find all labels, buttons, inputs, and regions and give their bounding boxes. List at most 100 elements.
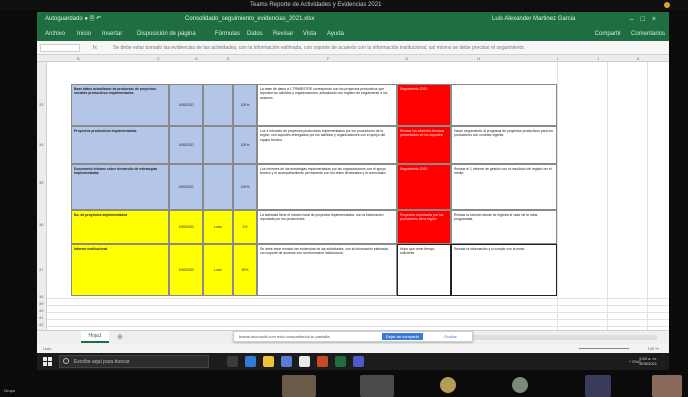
column-header[interactable]: G	[405, 55, 408, 62]
column-header[interactable]: F	[327, 55, 329, 62]
search-icon	[63, 358, 69, 364]
date-cell[interactable]: 1/06/2020	[169, 210, 203, 244]
stop-sharing-button[interactable]: Dejar de compartir	[382, 333, 423, 340]
observation-cell[interactable]: Revisar la información y si cumple con l…	[451, 244, 557, 296]
row-number[interactable]: 39	[39, 301, 43, 306]
unit-cell[interactable]	[203, 126, 233, 164]
hide-notice-button[interactable]: Ocultar	[444, 333, 457, 340]
percent-cell[interactable]: 1%	[233, 210, 257, 244]
participant-avatar[interactable]	[440, 377, 456, 393]
unit-cell[interactable]	[203, 164, 233, 210]
activity-cell[interactable]: Documento informe sobre desarrollo de es…	[71, 164, 169, 210]
status-cell[interactable]: Revisar los informes técnicos presentado…	[397, 126, 451, 164]
percent-cell[interactable]: 100%	[233, 84, 257, 126]
status-cell[interactable]: Seguimiento 2020	[397, 164, 451, 210]
observation-cell[interactable]: Revisar el 1 informe de gestión con el r…	[451, 164, 557, 210]
unit-cell[interactable]: Lutro	[203, 244, 233, 296]
tab-inicio[interactable]: Inicio	[77, 27, 91, 41]
user-name[interactable]: Luis Alexander Martinez Garcia	[492, 12, 575, 27]
teams-icon[interactable]	[353, 356, 364, 367]
share-button[interactable]: Compartir	[595, 27, 621, 41]
row-number[interactable]: 41	[39, 315, 43, 320]
tab-ayuda[interactable]: Ayuda	[327, 27, 344, 41]
participant-avatar[interactable]	[512, 377, 528, 393]
status-cell[interactable]: Seguimiento 2020	[397, 84, 451, 126]
chrome-icon[interactable]	[299, 356, 310, 367]
row-number[interactable]: 38	[39, 294, 43, 299]
column-header[interactable]: K	[637, 55, 640, 62]
row-number[interactable]: 33	[39, 102, 43, 107]
tab-datos[interactable]: Datos	[247, 27, 263, 41]
column-header[interactable]: E	[227, 55, 230, 62]
comments-button[interactable]: Comentarios	[631, 27, 665, 41]
name-box[interactable]	[40, 44, 80, 52]
formula-input[interactable]: Se debe estar tomado las evidencias de l…	[113, 41, 663, 55]
row-number[interactable]: 36	[39, 222, 43, 227]
participant-video[interactable]	[585, 375, 611, 397]
tab-insertar[interactable]: Insertar	[102, 27, 122, 41]
spreadsheet-grid[interactable]: Base datos actualizado de productos de p…	[47, 62, 669, 330]
horizontal-scrollbar[interactable]	[467, 335, 657, 340]
activity-cell[interactable]: Proyectos productivos implementados	[71, 126, 169, 164]
observation-cell[interactable]: Revisar la sección donde se registra el …	[451, 210, 557, 244]
participant-video[interactable]	[360, 375, 394, 397]
tab-revisar[interactable]: Revisar	[273, 27, 293, 41]
observation-cell[interactable]: Hacer seguimiento al programa de proyect…	[451, 126, 557, 164]
autosave-toggle[interactable]: Autoguardado ● 🗎 ↶	[45, 12, 101, 27]
column-header[interactable]: J	[597, 55, 599, 62]
row-number[interactable]: 40	[39, 308, 43, 313]
zoom-slider[interactable]	[579, 348, 629, 349]
date-cell[interactable]: 1/06/2020	[169, 244, 203, 296]
row-number[interactable]: 37	[39, 267, 43, 272]
unit-cell[interactable]: Lutro	[203, 210, 233, 244]
powerpoint-icon[interactable]	[317, 356, 328, 367]
observation-cell[interactable]	[451, 84, 557, 126]
column-header[interactable]: I	[557, 55, 558, 62]
column-header[interactable]: C	[157, 55, 160, 62]
activity-cell[interactable]: Base datos actualizado de productos de p…	[71, 84, 169, 126]
description-cell[interactable]: Se debe estar tomado las evidencias de l…	[257, 244, 397, 296]
percent-cell[interactable]: 90%	[233, 244, 257, 296]
row-number[interactable]: 35	[39, 180, 43, 185]
description-cell[interactable]: Los informes de las estrategias implemen…	[257, 164, 397, 210]
add-sheet-icon[interactable]: ⊕	[117, 333, 123, 341]
row-number[interactable]: 34	[39, 142, 43, 147]
column-header[interactable]: D	[195, 55, 198, 62]
date-cell[interactable]: 1/06/2020	[169, 126, 203, 164]
description-cell[interactable]: La base de datos a 1 TRIMESTRE correspon…	[257, 84, 397, 126]
mail-icon[interactable]	[281, 356, 292, 367]
file-explorer-icon[interactable]	[263, 356, 274, 367]
percent-cell[interactable]: 100%	[233, 126, 257, 164]
windows-taskbar: Escribe aquí para buscar ^ ENG 9:53 a. m…	[37, 353, 669, 370]
task-view-icon[interactable]	[227, 356, 238, 367]
tab-archivo[interactable]: Archivo	[45, 27, 65, 41]
zoom-level[interactable]: 100 %	[648, 344, 659, 353]
status-cell[interactable]: Proyectos reportados por los productores…	[397, 210, 451, 244]
fx-icon[interactable]: fx	[93, 41, 97, 55]
description-cell[interactable]: La actividad tiene el número total de pr…	[257, 210, 397, 244]
date-cell[interactable]: 1/06/2020	[169, 84, 203, 126]
row-number[interactable]: 42	[39, 322, 43, 327]
column-header[interactable]: H	[477, 55, 480, 62]
percent-cell[interactable]: 100%	[233, 164, 257, 210]
participant-video[interactable]	[652, 375, 682, 397]
taskbar-clock[interactable]: 9:53 a. m. 5/05/2021	[639, 356, 657, 366]
participant-video[interactable]	[282, 375, 316, 397]
taskbar-search-input[interactable]: Escribe aquí para buscar	[59, 355, 209, 368]
tab-vista[interactable]: Vista	[303, 27, 316, 41]
activity-cell[interactable]: No. de proyectos implementados	[71, 210, 169, 244]
activity-cell[interactable]: Informe institucional	[71, 244, 169, 296]
description-cell[interactable]: Los 4 informes de proyectos productivos …	[257, 126, 397, 164]
status-cell[interactable]: Hubo que crear tiempo suficiente	[397, 244, 451, 296]
user-indicator-icon	[664, 2, 670, 8]
sheet-tab[interactable]: Hoja1	[81, 331, 109, 343]
tab-disposicion[interactable]: Disposición de página	[137, 27, 196, 41]
edge-icon[interactable]	[245, 356, 256, 367]
column-header[interactable]: B	[77, 55, 80, 62]
date-cell[interactable]: 1/06/2020	[169, 164, 203, 210]
windows-start-icon[interactable]	[43, 357, 52, 366]
window-controls-icon[interactable]: –□×	[630, 16, 663, 23]
unit-cell[interactable]	[203, 84, 233, 126]
tab-formulas[interactable]: Fórmulas	[215, 27, 240, 41]
excel-icon[interactable]	[335, 356, 346, 367]
